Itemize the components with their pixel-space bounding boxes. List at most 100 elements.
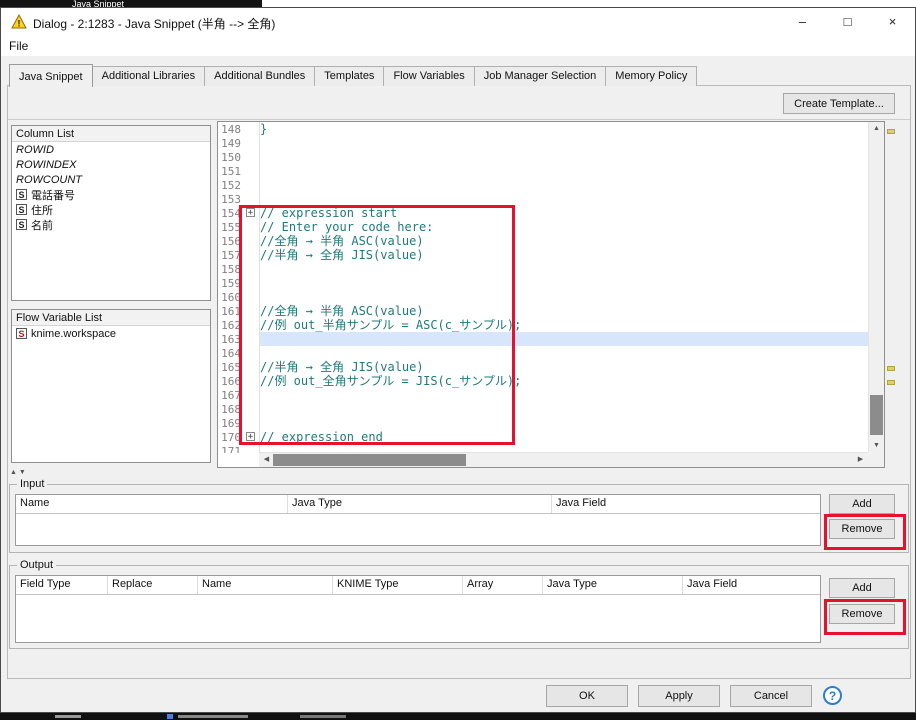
taskbar-fragment (300, 715, 346, 718)
code-line: // Enter your code here: (260, 220, 868, 234)
apply-button[interactable]: Apply (638, 685, 720, 707)
output-remove-button[interactable]: Remove (829, 604, 895, 624)
code-line: // expression start (260, 206, 868, 220)
gutter-row: 163 (218, 332, 259, 346)
line-number: 149 (221, 137, 241, 150)
gutter-row: 152 (218, 178, 259, 192)
input-table[interactable]: Name Java Type Java Field (15, 494, 821, 546)
tab-additional-libraries[interactable]: Additional Libraries (91, 66, 206, 86)
code-line: } (260, 122, 868, 136)
scroll-right-icon[interactable]: ▶ (853, 453, 868, 467)
code-text: //半角 → 全角 JIS(value) (260, 248, 424, 262)
code-line (260, 332, 868, 346)
gutter-row: 153 (218, 192, 259, 206)
maximize-button[interactable]: □ (825, 8, 870, 36)
gutter-row: 148 (218, 122, 259, 136)
flow-variable-item[interactable]: Sknime.workspace (12, 326, 210, 341)
taskbar-fragment (55, 715, 81, 718)
cancel-button[interactable]: Cancel (730, 685, 812, 707)
tab-flow-variables[interactable]: Flow Variables (383, 66, 475, 86)
column-list-item[interactable]: S 住所 (12, 202, 210, 217)
scroll-left-icon[interactable]: ◀ (259, 453, 274, 467)
column-header-name: Name (198, 576, 333, 594)
input-remove-button[interactable]: Remove (829, 519, 895, 539)
tab-memory-policy[interactable]: Memory Policy (605, 66, 698, 86)
tab-job-manager-selection[interactable]: Job Manager Selection (473, 66, 607, 86)
taskbar-fragment (167, 714, 173, 719)
vertical-scroll-thumb[interactable] (870, 395, 883, 435)
flow-variable-icon: S (16, 328, 27, 339)
menu-bar: File (1, 36, 915, 56)
gutter-row: 170 + (218, 430, 259, 444)
line-number: 148 (221, 123, 241, 136)
column-label: 名前 (31, 219, 53, 232)
input-add-button[interactable]: Add (829, 494, 895, 514)
menu-file[interactable]: File (1, 36, 36, 56)
dialog-window: ! Dialog - 2:1283 - Java Snippet (半角 -->… (0, 7, 916, 713)
scroll-up-icon[interactable]: ▲ (869, 122, 884, 136)
line-number: 161 (221, 305, 241, 318)
line-number: 163 (221, 333, 241, 346)
column-header-java-field: Java Field (687, 578, 738, 590)
column-header-name: Name (16, 495, 288, 513)
line-number: 169 (221, 417, 241, 430)
column-list-item[interactable]: S 名前 (12, 217, 210, 232)
help-icon[interactable]: ? (823, 686, 842, 705)
close-button[interactable]: × (870, 8, 915, 36)
scroll-down-icon[interactable]: ▼ (869, 439, 884, 453)
horizontal-scrollbar[interactable]: ◀ ▶ (259, 452, 868, 467)
column-list-item[interactable]: ROWCOUNT (12, 172, 210, 187)
editor-gutter: 148 149 150 151 152 153 154 +155 156 157 158 159 160… (218, 122, 260, 453)
flow-variable-list-panel: Flow Variable List Sknime.workspace (11, 309, 211, 463)
column-list-item[interactable]: S 電話番号 (12, 187, 210, 202)
dialog-title: Dialog - 2:1283 - Java Snippet (半角 --> 全… (33, 17, 276, 31)
vertical-scrollbar[interactable]: ▲ ▼ (868, 122, 884, 453)
editor-code-area[interactable]: } // expression start// Enter your code h… (260, 122, 868, 453)
output-add-button[interactable]: Add (829, 578, 895, 598)
column-label: 電話番号 (31, 189, 75, 202)
code-text: //全角 → 半角 ASC(value) (260, 304, 424, 318)
gutter-row: 151 (218, 164, 259, 178)
create-template-button[interactable]: Create Template... (783, 93, 895, 114)
input-table-header: Name Java Type Java Field (16, 495, 820, 514)
tab-additional-bundles[interactable]: Additional Bundles (204, 66, 316, 86)
minimize-button[interactable]: – (780, 8, 825, 36)
line-number: 151 (221, 165, 241, 178)
code-line: //例 out_全角サンプル = JIS(c_サンプル); (260, 374, 868, 388)
tab-java-snippet[interactable]: Java Snippet (9, 64, 93, 87)
string-column-icon: S (16, 189, 27, 200)
column-list-item[interactable]: ROWID (12, 142, 210, 157)
overview-marker (887, 380, 895, 385)
code-text: //例 out_半角サンプル = ASC(c_サンプル); (260, 318, 522, 332)
output-table[interactable]: Field Type Replace Name KNIME Type Array Java… (15, 575, 821, 643)
code-editor[interactable]: 148 149 150 151 152 153 154 +155 156 157 158 159 160… (217, 121, 885, 468)
fold-marker-icon[interactable]: + (246, 432, 255, 442)
line-number: 167 (221, 389, 241, 402)
column-label: 住所 (31, 204, 53, 217)
tab-templates[interactable]: Templates (314, 66, 385, 86)
ok-button[interactable]: OK (546, 685, 628, 707)
line-number: 162 (221, 319, 241, 332)
splitter-collapse-icons[interactable]: ▲▼ (10, 469, 28, 476)
toolbar-separator (8, 119, 910, 120)
horizontal-scroll-thumb[interactable] (273, 454, 466, 466)
fold-marker-icon[interactable]: + (246, 208, 255, 218)
tab-bar: Java Snippet Additional Libraries Addition… (9, 64, 698, 87)
line-number: 164 (221, 347, 241, 360)
gutter-row: 161 (218, 304, 259, 318)
gutter-row: 159 (218, 276, 259, 290)
column-list-item[interactable]: ROWINDEX (12, 157, 210, 172)
line-number: 155 (221, 221, 241, 234)
line-number: 159 (221, 277, 241, 290)
gutter-row: 168 (218, 402, 259, 416)
string-column-icon: S (16, 204, 27, 215)
line-number: 156 (221, 235, 241, 248)
